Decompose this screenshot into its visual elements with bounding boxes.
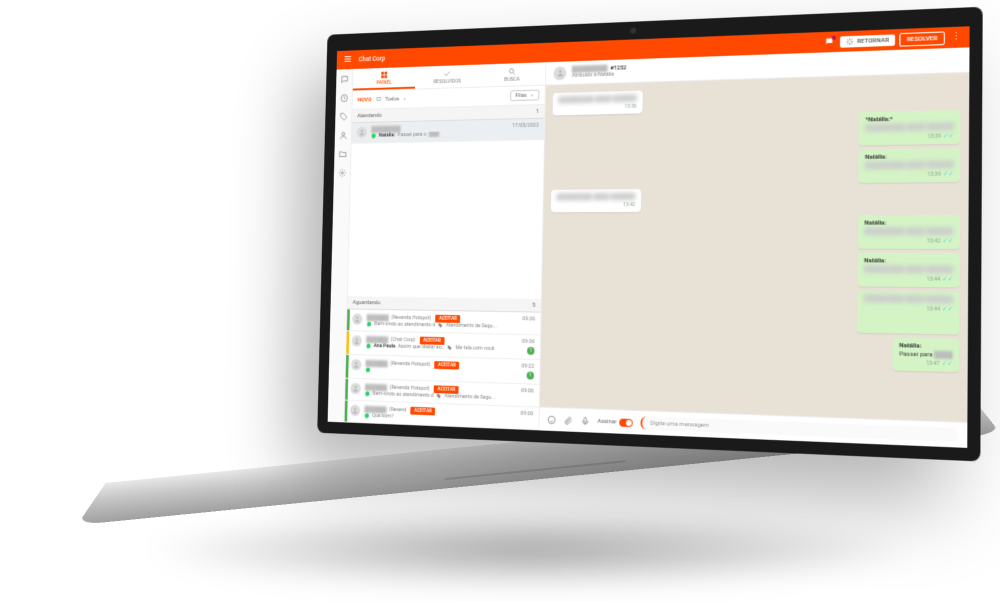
- item-time: 09:06: [521, 388, 534, 394]
- app-title: Chat Corp: [359, 55, 386, 63]
- message-sender: Natália:: [864, 219, 953, 227]
- message-text: █████████ ████ ██████: [864, 295, 953, 305]
- message-time: 13:39: [928, 133, 941, 140]
- contact-name: ██████: [366, 336, 388, 343]
- message: Natália:Passei para ████13:47✓✓: [548, 331, 959, 373]
- message-text: Passei para ████: [899, 350, 952, 359]
- messages-area[interactable]: █████████ ████ ██████ 13:36*Natália:*████…: [540, 73, 970, 422]
- check-icon: ✓✓: [942, 305, 953, 313]
- message-time: 13:44: [926, 306, 939, 313]
- ticket-number: #1252: [610, 64, 626, 71]
- retornar-button[interactable]: RETORNAR: [840, 34, 895, 47]
- contact-name: ██████: [364, 406, 386, 414]
- message-text: █████████ ████ ██████: [557, 193, 636, 201]
- settings-icon[interactable]: [338, 168, 347, 177]
- avatar: [352, 335, 363, 347]
- message-time: 13:44: [927, 276, 940, 282]
- item-time: 09:36: [522, 339, 535, 345]
- tab-busca[interactable]: BUSCA: [479, 62, 545, 86]
- tags-icon[interactable]: [339, 112, 348, 122]
- message: Natália:█████████ ████ ██████ 13:44✓✓: [550, 252, 960, 288]
- message-sender: Natália:: [899, 342, 952, 351]
- chat-icon[interactable]: [340, 75, 349, 85]
- avatar: [352, 313, 362, 325]
- check-icon: ✓✓: [942, 237, 953, 244]
- message: Natália:█████████ ████ ██████13:39✓✓: [551, 148, 960, 186]
- conversation-item[interactable]: ████████ Natália: Passei para o ███ 17/0…: [352, 119, 545, 144]
- message-time: 13:36: [625, 104, 637, 110]
- contact-name: ██████: [365, 384, 387, 391]
- accept-button[interactable]: ACEITAR: [434, 361, 459, 369]
- attach-icon[interactable]: [564, 415, 574, 425]
- aguardando-count: 5: [532, 302, 535, 309]
- check-icon: ✓✓: [942, 360, 953, 368]
- message-text: █████████ ████ ██████: [865, 123, 954, 133]
- message-text: █████████ ████ ██████: [865, 161, 954, 171]
- filter-todos[interactable]: Todos: [376, 95, 407, 102]
- avatar: [351, 359, 362, 371]
- message-time: 13:39: [927, 171, 940, 177]
- contacts-icon[interactable]: [339, 131, 348, 141]
- contact-name: ████████: [371, 126, 400, 133]
- resolver-button[interactable]: RESOLVER: [899, 31, 944, 46]
- contact-name: ██████: [367, 314, 389, 321]
- atendendo-count: 1: [536, 108, 539, 115]
- item-time: 09:00: [521, 411, 534, 417]
- message: █████████ ████ ██████13:44✓✓: [549, 287, 960, 334]
- message-sender: Natália:: [865, 152, 954, 161]
- avatar: [553, 66, 566, 80]
- message-time: 13:47: [926, 360, 939, 367]
- check-icon: ✓✓: [942, 276, 953, 284]
- message-input[interactable]: Digite uma mensagem: [640, 416, 958, 442]
- emoji-icon[interactable]: [547, 414, 556, 424]
- contact-name: ██████: [366, 360, 388, 367]
- tab-painel[interactable]: PAINEL: [353, 67, 416, 91]
- chat-area: █████████ #1252 Atribuído à Natália ████…: [539, 47, 969, 448]
- folder-icon[interactable]: [338, 149, 347, 158]
- check-icon: ✓✓: [943, 132, 954, 140]
- filter-novo[interactable]: NOVO: [358, 96, 372, 103]
- toggle-icon: [619, 418, 633, 427]
- message-time: 13:42: [623, 202, 635, 208]
- unread-badge: 1: [527, 372, 534, 380]
- message-text: █████████ ████ ██████: [864, 265, 953, 274]
- chat-contact-name: █████████: [572, 65, 608, 73]
- notification-icon[interactable]: [825, 36, 834, 48]
- message: Natália:█████████ ████ ██████13:42✓✓: [550, 215, 960, 249]
- mic-icon[interactable]: [580, 416, 590, 426]
- more-icon[interactable]: ⋮: [951, 32, 961, 43]
- filter-filas[interactable]: Filas: [511, 90, 540, 101]
- item-time: 09:22: [522, 363, 535, 369]
- menu-icon[interactable]: [343, 54, 352, 65]
- unread-badge: 1: [527, 347, 534, 355]
- accept-button[interactable]: ACEITAR: [411, 407, 436, 416]
- avatar: [350, 405, 361, 417]
- avatar: [350, 383, 361, 395]
- clock-icon[interactable]: [340, 93, 349, 103]
- message: *Natália:*█████████ ████ ██████13:39✓✓: [552, 110, 961, 151]
- sign-toggle[interactable]: Assinar: [597, 417, 633, 426]
- message: █████████ ████ ██████13:42: [551, 186, 960, 212]
- avatar: [357, 127, 367, 138]
- item-time: 09:36: [522, 316, 535, 322]
- tab-resolvidos[interactable]: RESOLVIDOS: [415, 65, 479, 89]
- item-time: 17/05/2022: [512, 123, 539, 129]
- conversation-panel: PAINEL RESOLVIDOS BUSCA: [345, 62, 547, 430]
- message-text: █████████ ████ ██████: [864, 228, 953, 237]
- check-icon: ✓✓: [943, 170, 954, 178]
- message-sender: Natália:: [864, 257, 953, 265]
- message-time: 13:42: [927, 238, 940, 244]
